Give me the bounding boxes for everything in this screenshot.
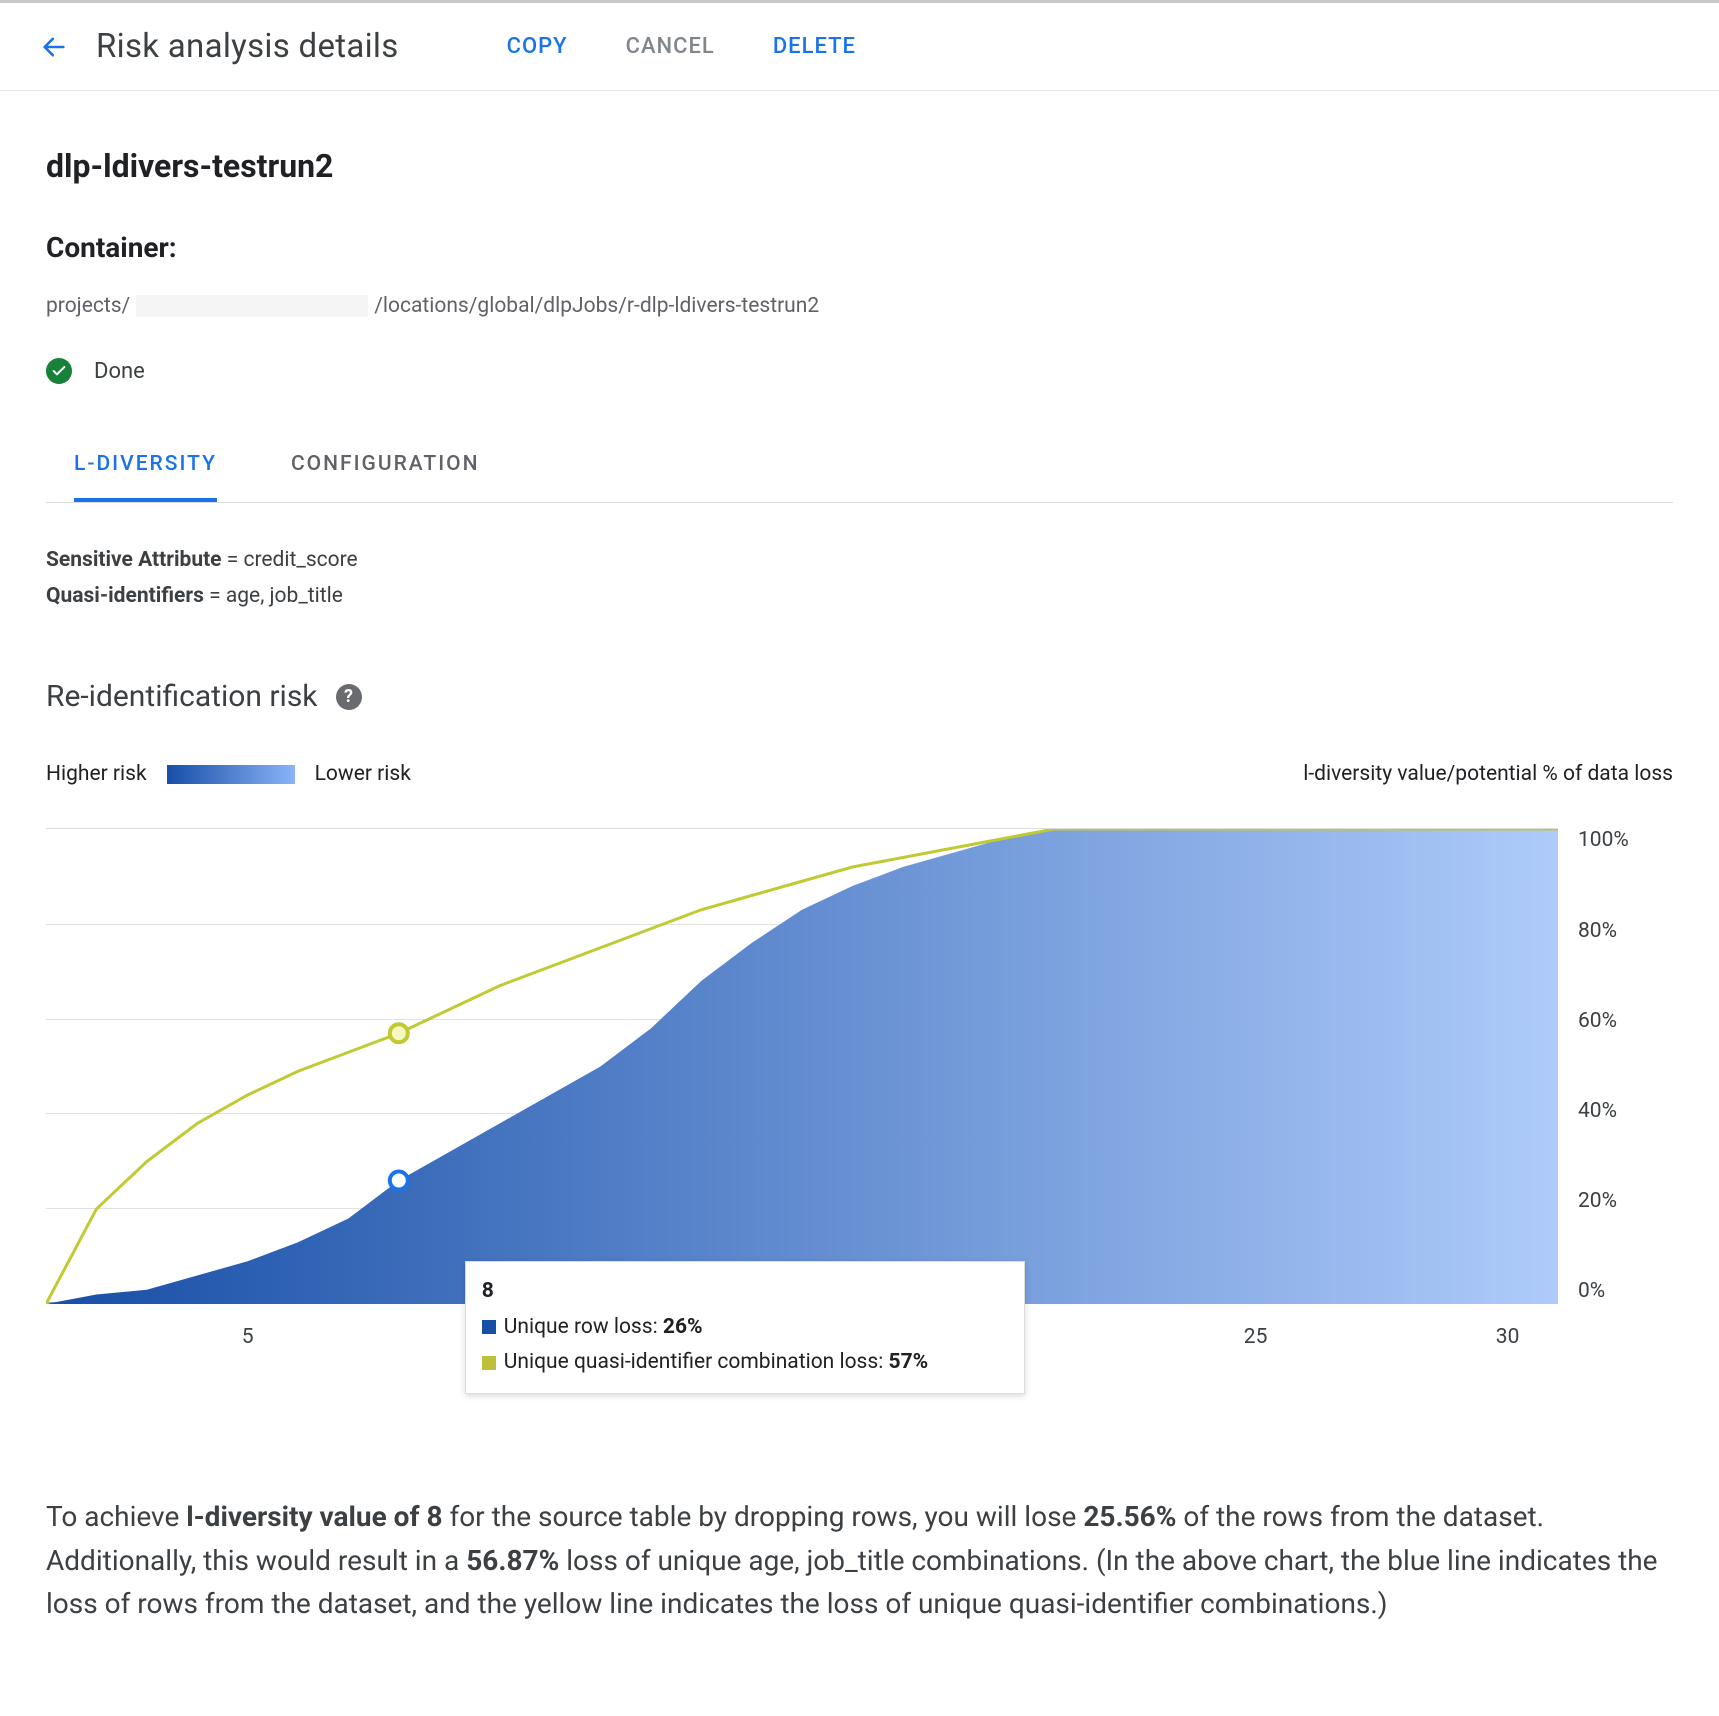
tooltip-row-value: 26% xyxy=(663,1315,703,1339)
summary-paragraph: To achieve l-diversity value of 8 for th… xyxy=(46,1495,1673,1625)
check-icon xyxy=(46,358,72,384)
y-tick: 20% xyxy=(1578,1189,1629,1213)
x-tick: 25 xyxy=(1244,1325,1268,1349)
chart-tooltip: 8 Unique row loss: 26% Unique quasi-iden… xyxy=(465,1261,1025,1394)
legend-lower: Lower risk xyxy=(315,762,411,786)
help-icon[interactable]: ? xyxy=(336,684,362,710)
tab-ldiversity[interactable]: L-DIVERSITY xyxy=(74,436,217,502)
quasi-id-value: age, job_title xyxy=(226,584,343,608)
x-tick: 30 xyxy=(1496,1325,1520,1349)
job-name: dlp-ldivers-testrun2 xyxy=(46,147,1673,185)
tab-configuration[interactable]: CONFIGURATION xyxy=(291,436,480,502)
status-text: Done xyxy=(94,359,145,384)
y-tick: 40% xyxy=(1578,1099,1629,1123)
page-title: Risk analysis details xyxy=(96,27,399,66)
sensitive-attr-value: credit_score xyxy=(243,548,357,572)
path-prefix: projects/ xyxy=(46,294,130,318)
y-tick: 0% xyxy=(1578,1279,1629,1303)
container-label: Container: xyxy=(46,231,1673,264)
tooltip-row-label: Unique row loss: xyxy=(504,1315,663,1339)
y-axis-labels: 100% 80% 60% 40% 20% 0% xyxy=(1558,828,1629,1303)
summary-text: To achieve xyxy=(46,1500,186,1533)
tooltip-qi-label: Unique quasi-identifier combination loss… xyxy=(504,1350,889,1374)
tooltip-qi-value: 57% xyxy=(889,1350,929,1374)
attributes-block: Sensitive Attribute = credit_score Quasi… xyxy=(46,503,1673,624)
summary-bold: l-diversity value of 8 xyxy=(186,1500,442,1533)
back-icon[interactable] xyxy=(40,33,68,61)
quasi-id-label: Quasi-identifiers xyxy=(46,584,204,608)
cancel-button[interactable]: CANCEL xyxy=(626,34,715,59)
delete-button[interactable]: DELETE xyxy=(773,34,856,59)
y-tick: 100% xyxy=(1578,828,1629,852)
reidentification-chart[interactable]: 8 Unique row loss: 26% Unique quasi-iden… xyxy=(46,828,1673,1375)
summary-text: for the source table by dropping rows, y… xyxy=(443,1500,1084,1533)
y-tick: 80% xyxy=(1578,919,1629,943)
x-tick: 5 xyxy=(242,1325,254,1349)
redacted-project xyxy=(136,295,368,317)
copy-button[interactable]: COPY xyxy=(507,34,568,59)
y-tick: 60% xyxy=(1578,1009,1629,1033)
summary-bold: 25.56% xyxy=(1083,1500,1176,1533)
tooltip-x: 8 xyxy=(482,1279,494,1303)
tooltip-swatch-yellow xyxy=(482,1356,496,1370)
risk-gradient-icon xyxy=(167,765,295,784)
risk-section-title: Re-identification risk xyxy=(46,679,318,714)
summary-bold: 56.87% xyxy=(466,1544,559,1577)
sensitive-attr-label: Sensitive Attribute xyxy=(46,548,222,572)
tooltip-swatch-blue xyxy=(482,1320,496,1334)
legend-right-caption: l-diversity value/potential % of data lo… xyxy=(1303,762,1673,786)
resource-path: projects/ /locations/global/dlpJobs/r-dl… xyxy=(46,294,1673,318)
legend-higher: Higher risk xyxy=(46,762,147,786)
path-suffix: /locations/global/dlpJobs/r-dlp-ldivers-… xyxy=(374,294,819,318)
